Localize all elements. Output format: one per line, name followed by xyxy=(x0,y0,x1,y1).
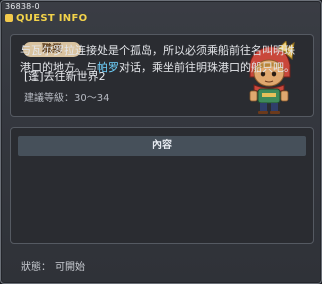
content-header: 內容 xyxy=(18,136,306,156)
window-title: QUEST INFO xyxy=(16,12,88,24)
status-value: 可開始 xyxy=(55,262,85,273)
quest-content-panel: 內容 xyxy=(10,127,314,244)
quest-description: 与瓦尔罗拉连接处是个孤岛，所以必须乘船前往名叫明珠港口的地方。与帕罗对话，乘坐前… xyxy=(20,42,296,76)
description-text-end: 对话，乘坐前往明珠港口的船只吧。 xyxy=(119,61,295,74)
quest-id: 36838-0 xyxy=(5,2,40,11)
quest-info-window: 36838-0 QUEST INFO 職業 [蓬]去往新世界2 建議等級：30～… xyxy=(0,0,322,284)
quest-status: 狀態： 可開始 xyxy=(21,258,85,273)
quest-icon xyxy=(5,14,13,22)
level-label: 建議等級： xyxy=(24,93,74,104)
status-label: 狀態： xyxy=(21,262,51,273)
npc-name-link[interactable]: 帕罗 xyxy=(97,61,119,74)
recommended-level: 建議等級：30～34 xyxy=(24,89,109,104)
window-title-bar[interactable]: QUEST INFO xyxy=(5,11,87,25)
level-range: 30～34 xyxy=(74,93,110,104)
